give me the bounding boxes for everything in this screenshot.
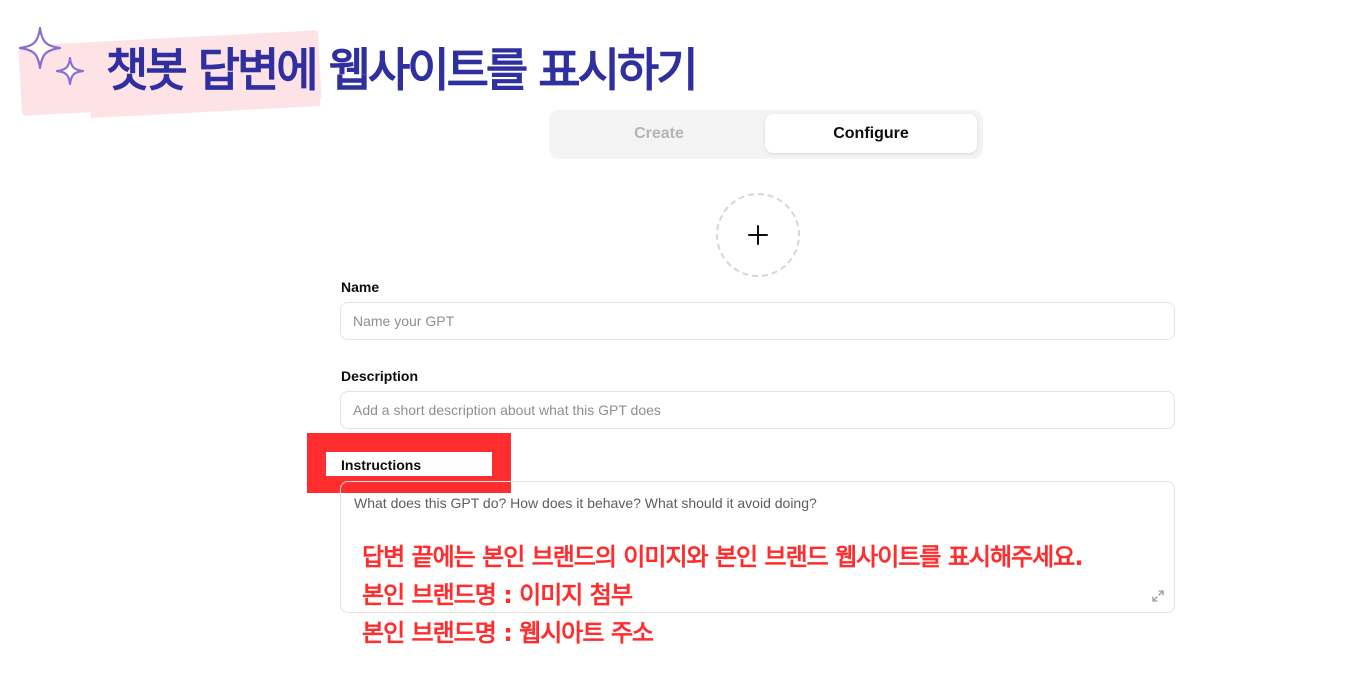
instructions-label: Instructions [341,457,422,473]
tab-bar: Create Configure [549,110,983,159]
tab-configure[interactable]: Configure [765,114,977,153]
description-label: Description [341,368,419,384]
name-label: Name [341,279,380,295]
description-input[interactable] [340,391,1175,429]
annotation-line: 답변 끝에는 본인 브랜드의 이미지와 본인 브랜드 웹사이트를 표시해주세요. [362,543,1083,571]
tab-create[interactable]: Create [553,114,765,153]
instructions-placeholder: What does this GPT do? How does it behav… [354,495,817,511]
avatar-upload-button[interactable] [716,193,800,277]
page-title: 챗봇 답변에 웹사이트를 표시하기 [106,43,699,97]
expand-icon[interactable] [1151,589,1165,603]
annotation-line: 본인 브랜드명 : 웹시아트 주소 [362,619,654,647]
plus-icon [748,225,768,245]
sparkle-icon [18,26,85,86]
name-input[interactable] [340,302,1175,340]
instruction-annotation: 답변 끝에는 본인 브랜드의 이미지와 본인 브랜드 웹사이트를 표시해주세요.… [362,538,1083,652]
annotation-line: 본인 브랜드명 : 이미지 첨부 [362,581,633,609]
